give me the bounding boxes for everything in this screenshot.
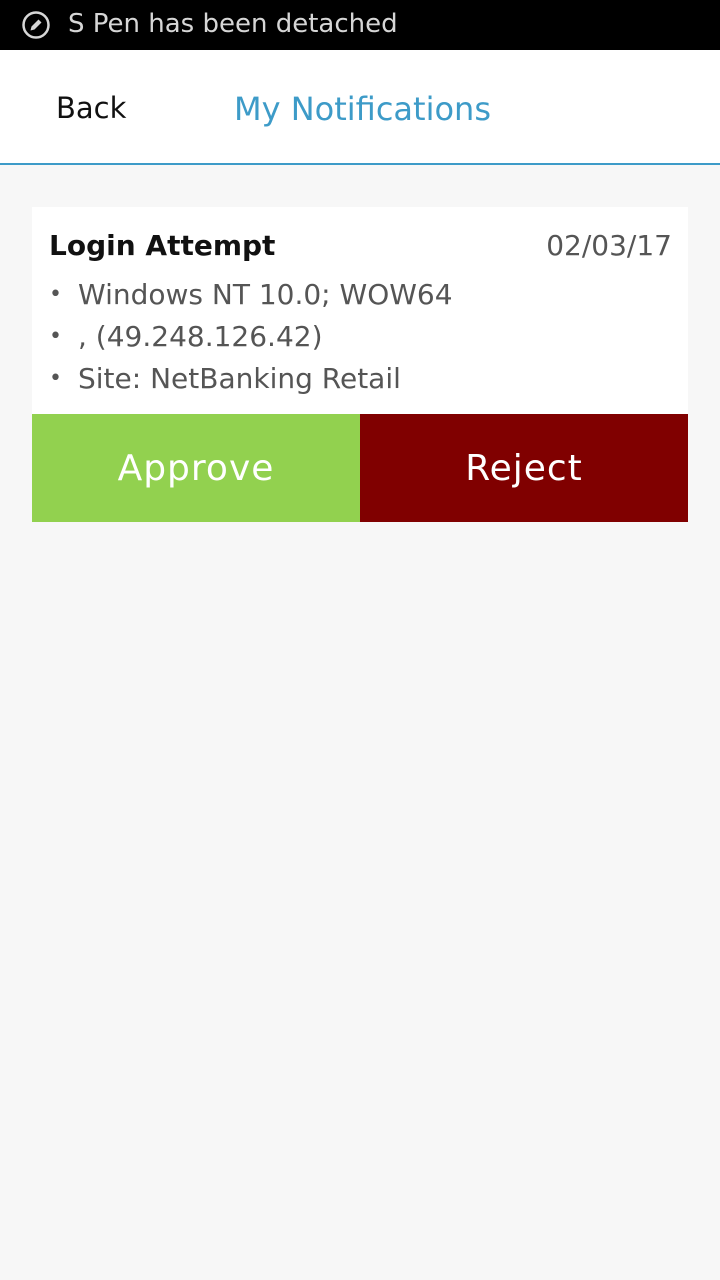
notification-date: 02/03/17 xyxy=(546,229,672,262)
approve-button[interactable]: Approve xyxy=(32,414,360,522)
page-title: My Notifications xyxy=(234,90,491,128)
notification-card: Login Attempt 02/03/17 • Windows NT 10.0… xyxy=(32,207,688,414)
bullet-icon: • xyxy=(49,324,62,349)
detail-text: Windows NT 10.0; WOW64 xyxy=(78,278,453,311)
bullet-icon: • xyxy=(49,366,62,391)
status-notification-text: S Pen has been detached xyxy=(68,9,398,39)
detail-item-browser: • Windows NT 10.0; WOW64 xyxy=(49,277,453,319)
reject-button[interactable]: Reject xyxy=(360,414,688,522)
detail-item-ip: • , (49.248.126.42) xyxy=(49,319,453,361)
notification-actions: Approve Reject xyxy=(32,414,688,522)
app-header: Back My Notifications xyxy=(0,50,720,165)
bullet-icon: • xyxy=(49,282,62,307)
notification-title: Login Attempt xyxy=(49,229,276,262)
detail-text: Site: NetBanking Retail xyxy=(78,362,401,395)
back-button[interactable]: Back xyxy=(56,88,126,128)
detail-item-site: • Site: NetBanking Retail xyxy=(49,361,453,403)
notification-details: • Windows NT 10.0; WOW64 • , (49.248.126… xyxy=(49,277,453,403)
pen-icon xyxy=(21,10,51,40)
status-bar: S Pen has been detached xyxy=(0,0,720,50)
detail-text: , (49.248.126.42) xyxy=(78,320,323,353)
